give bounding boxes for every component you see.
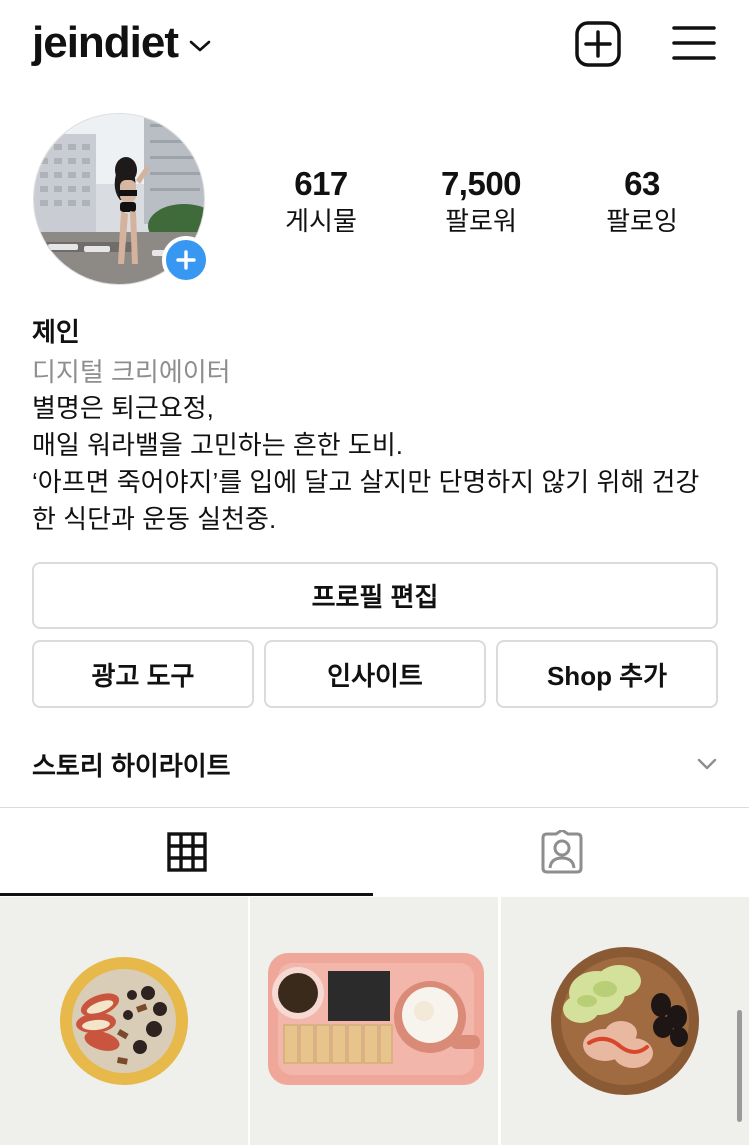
grid-post[interactable] (0, 897, 248, 1145)
post-thumbnail (250, 897, 498, 1145)
bio-line: 별명은 퇴근요정, (32, 393, 214, 423)
tab-posts-grid[interactable] (0, 808, 374, 896)
followers-stat[interactable]: 7,500 팔로워 (406, 164, 556, 237)
following-stat[interactable]: 63 팔로잉 (567, 164, 717, 237)
post-thumbnail (501, 897, 749, 1145)
story-highlights-label: 스토리 하이라이트 (32, 750, 231, 781)
add-shop-button[interactable]: Shop 추가 (496, 640, 718, 708)
menu-icon[interactable] (672, 24, 716, 62)
tagged-person-icon (541, 830, 583, 874)
chevron-down-icon (697, 758, 717, 770)
posts-label: 게시물 (285, 206, 357, 236)
followers-count: 7,500 (440, 165, 522, 202)
story-highlights-toggle[interactable]: 스토리 하이라이트 (32, 744, 718, 784)
chevron-down-icon (189, 40, 211, 52)
posts-count: 617 (294, 165, 348, 202)
followers-label: 팔로워 (445, 206, 517, 236)
ad-tools-button[interactable]: 광고 도구 (32, 640, 254, 708)
bio-line: 매일 워라밸을 고민하는 흔한 도비. (32, 430, 403, 460)
grid-post[interactable] (501, 897, 749, 1145)
top-bar: jeindiet (0, 0, 749, 88)
posts-stat[interactable]: 617 게시물 (246, 164, 396, 237)
active-tab-indicator (0, 893, 373, 896)
username: jeindiet (32, 18, 179, 67)
account-category: 디지털 크리에이터 (32, 357, 231, 387)
scrollbar[interactable] (737, 1010, 742, 1122)
display-name: 제인 (32, 317, 80, 347)
tab-tagged[interactable] (375, 808, 749, 896)
post-thumbnail (0, 897, 248, 1145)
insights-button[interactable]: 인사이트 (264, 640, 486, 708)
grid-post[interactable] (250, 897, 498, 1145)
profile-bio: 제인 디지털 크리에이터 별명은 퇴근요정, 매일 워라밸을 고민하는 흔한 도… (32, 314, 722, 538)
account-switcher[interactable]: jeindiet (32, 18, 212, 68)
bio-line: 한 식단과 운동 실천중. (32, 504, 277, 534)
plus-icon (176, 250, 196, 270)
add-story-button[interactable] (162, 236, 210, 284)
new-post-icon[interactable] (574, 20, 622, 68)
edit-profile-button[interactable]: 프로필 편집 (32, 562, 718, 629)
grid-icon (167, 832, 207, 872)
following-count: 63 (624, 165, 660, 202)
bio-line: ‘아프면 죽어야지’를 입에 달고 살지만 단명하지 않기 위해 건강 (32, 467, 700, 497)
following-label: 팔로잉 (606, 206, 678, 236)
